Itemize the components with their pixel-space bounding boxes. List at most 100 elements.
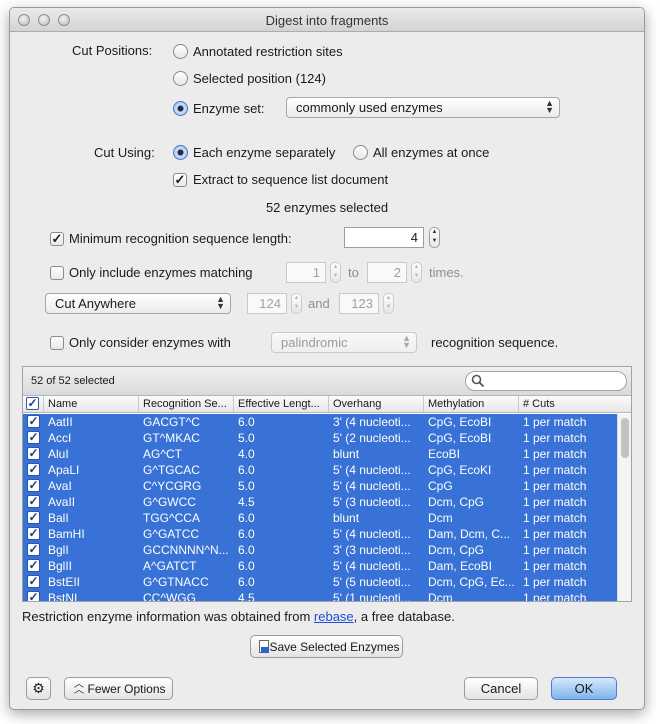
table-row[interactable]: ✓ BstEII G^GTNACC 6.0 5' (5 nucleoti... Dcm, … (23, 574, 617, 590)
col-header-methylation[interactable]: Methylation (424, 396, 519, 413)
fewer-options-button[interactable]: ︿ ︿ Fewer Options (64, 677, 173, 700)
cell-name: ApaLI (48, 463, 80, 477)
scrollbar-thumb[interactable] (621, 418, 629, 458)
row-checkbox[interactable]: ✓ (27, 495, 40, 508)
col-header-effective-length[interactable]: Effective Lengt... (234, 396, 329, 413)
cell-eff: 4.0 (238, 447, 255, 461)
search-input[interactable] (465, 371, 627, 391)
col-header-cuts[interactable]: # Cuts (519, 396, 631, 413)
cell-meth: Dcm, CpG (428, 543, 485, 557)
cut-range-from-field[interactable]: 124 (247, 293, 287, 314)
cell-recog: CC^WGG (143, 591, 196, 602)
ok-button[interactable]: OK (551, 677, 617, 700)
extract-checkbox[interactable]: ✓ (173, 173, 187, 187)
min-length-checkbox[interactable]: ✓ (50, 232, 64, 246)
table-row[interactable]: ✓ AvaII G^GWCC 4.5 5' (3 nucleoti... Dcm, CpG… (23, 494, 617, 510)
table-row[interactable]: ✓ BglII A^GATCT 6.0 5' (4 nucleoti... Dam, Ec… (23, 558, 617, 574)
annotated-sites-radio[interactable] (173, 44, 188, 59)
enzyme-set-radio[interactable] (173, 101, 188, 116)
palindromic-popup[interactable]: palindromic ▲ ▼ (271, 332, 417, 353)
cell-name: BglII (48, 559, 73, 573)
matching-to-stepper[interactable]: ▲ ▼ (411, 262, 422, 283)
cell-eff: 5.0 (238, 479, 255, 493)
cut-using-label: Cut Using: (94, 145, 155, 160)
selected-position-radio[interactable] (173, 71, 188, 86)
all-at-once-label[interactable]: All enzymes at once (373, 145, 489, 160)
cell-meth: Dcm (428, 511, 453, 525)
cell-recog: G^TGCAC (143, 463, 200, 477)
cell-cuts: 1 per match (523, 447, 587, 461)
row-checkbox[interactable]: ✓ (27, 591, 40, 601)
matching-from-field[interactable]: 1 (286, 262, 326, 283)
row-checkbox[interactable]: ✓ (27, 431, 40, 444)
cell-eff: 6.0 (238, 463, 255, 477)
select-all-checkbox[interactable]: ✓ (26, 397, 39, 410)
table-scrollbar[interactable] (617, 414, 631, 601)
cut-range-from-stepper[interactable]: ▲ ▼ (291, 293, 302, 314)
save-selected-button[interactable]: Save Selected Enzymes (250, 635, 403, 658)
only-include-label[interactable]: Only include enzymes matching (69, 265, 253, 280)
table-row[interactable]: ✓ AatII GACGT^C 6.0 3' (4 nucleoti... CpG, Ec… (23, 414, 617, 430)
table-toolbar: 52 of 52 selected (23, 367, 631, 396)
only-consider-label[interactable]: Only consider enzymes with (69, 335, 231, 350)
rebase-link[interactable]: rebase (314, 609, 354, 624)
min-length-stepper[interactable]: ▲ ▼ (429, 227, 440, 248)
row-checkbox[interactable]: ✓ (27, 447, 40, 460)
selected-position-label[interactable]: Selected position (124) (193, 71, 326, 86)
table-row[interactable]: ✓ BstNI CC^WGG 4.5 5' (1 nucleoti... Dcm 1 per… (23, 590, 617, 602)
row-checkbox[interactable]: ✓ (27, 543, 40, 556)
cell-meth: CpG, EcoBI (428, 415, 492, 429)
cell-meth: Dcm, CpG (428, 495, 485, 509)
all-at-once-radio[interactable] (353, 145, 368, 160)
cell-name: AccI (48, 431, 72, 445)
table-row[interactable]: ✓ AvaI C^YCGRG 5.0 5' (4 nucleoti... CpG 1 per… (23, 478, 617, 494)
cell-eff: 6.0 (238, 575, 255, 589)
only-include-checkbox[interactable] (50, 266, 64, 280)
cell-cuts: 1 per match (523, 431, 587, 445)
cell-meth: EcoBI (428, 447, 461, 461)
table-row[interactable]: ✓ BalI TGG^CCA 6.0 blunt Dcm 1 per match (23, 510, 617, 526)
cut-mode-popup[interactable]: Cut Anywhere ▲ ▼ (45, 293, 231, 314)
col-header-recognition[interactable]: Recognition Se... (139, 396, 234, 413)
cell-meth: Dam, Dcm, C... (428, 527, 511, 541)
row-checkbox[interactable]: ✓ (27, 479, 40, 492)
row-checkbox[interactable]: ✓ (27, 463, 40, 476)
row-checkbox[interactable]: ✓ (27, 511, 40, 524)
cut-range-to-field[interactable]: 123 (339, 293, 379, 314)
extract-label[interactable]: Extract to sequence list document (193, 172, 388, 187)
title-bar[interactable]: Digest into fragments (10, 8, 644, 32)
annotated-sites-label[interactable]: Annotated restriction sites (193, 44, 343, 59)
row-checkbox[interactable]: ✓ (27, 415, 40, 428)
matching-to-field[interactable]: 2 (367, 262, 407, 283)
each-separately-label[interactable]: Each enzyme separately (193, 145, 335, 160)
table-row[interactable]: ✓ ApaLI G^TGCAC 6.0 5' (4 nucleoti... CpG, Ec… (23, 462, 617, 478)
settings-button[interactable]: ⚙ (26, 677, 51, 700)
cell-eff: 6.0 (238, 511, 255, 525)
enzyme-set-label[interactable]: Enzyme set: (193, 101, 265, 116)
row-checkbox[interactable]: ✓ (27, 575, 40, 588)
table-row[interactable]: ✓ AccI GT^MKAC 5.0 5' (2 nucleoti... CpG, Eco… (23, 430, 617, 446)
matching-from-stepper[interactable]: ▲ ▼ (330, 262, 341, 283)
table-row[interactable]: ✓ BglI GCCNNNN^N... 6.0 3' (3 nucleoti... Dcm… (23, 542, 617, 558)
each-separately-radio[interactable] (173, 145, 188, 160)
double-chevron-up-icon: ︿ ︿ (74, 679, 84, 696)
row-checkbox[interactable]: ✓ (27, 559, 40, 572)
row-checkbox[interactable]: ✓ (27, 527, 40, 540)
cell-meth: CpG (428, 479, 453, 493)
col-header-name[interactable]: Name (44, 396, 139, 413)
only-consider-checkbox[interactable] (50, 336, 64, 350)
select-all-header[interactable]: ✓ (23, 396, 44, 413)
min-length-label[interactable]: Minimum recognition sequence length: (69, 231, 292, 246)
cancel-button[interactable]: Cancel (464, 677, 538, 700)
popup-arrows-icon: ▲ ▼ (216, 294, 225, 311)
table-row[interactable]: ✓ BamHI G^GATCC 6.0 5' (4 nucleoti... Dam, Dc… (23, 526, 617, 542)
cell-recog: GT^MKAC (143, 431, 200, 445)
cell-recog: A^GATCT (143, 559, 197, 573)
enzyme-set-popup[interactable]: commonly used enzymes ▲ ▼ (286, 97, 560, 118)
cell-recog: G^GTNACC (143, 575, 209, 589)
col-header-overhang[interactable]: Overhang (329, 396, 424, 413)
cut-range-to-stepper[interactable]: ▲ ▼ (383, 293, 394, 314)
table-row[interactable]: ✓ AluI AG^CT 4.0 blunt EcoBI 1 per match (23, 446, 617, 462)
cell-cuts: 1 per match (523, 527, 587, 541)
min-length-field[interactable]: 4 (344, 227, 424, 248)
